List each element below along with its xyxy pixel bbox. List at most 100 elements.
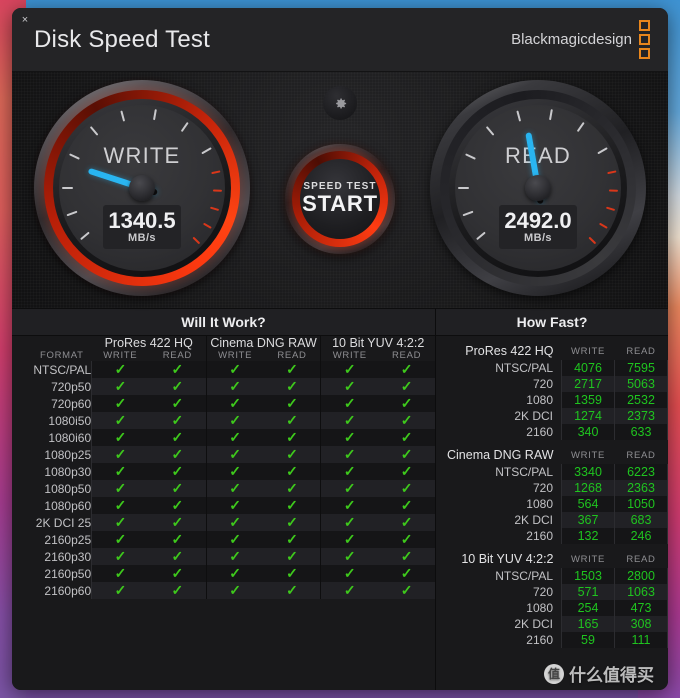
read-readout: 2492.0 MB/s xyxy=(499,204,577,249)
check-icon: ✓ xyxy=(343,463,356,479)
table-row: 2K DCI 25 ✓ ✓ ✓ ✓ ✓ ✓ xyxy=(12,514,435,531)
resolution-label: 2K DCI xyxy=(514,513,553,527)
support-cell: ✓ xyxy=(320,497,379,514)
check-icon: ✓ xyxy=(286,514,298,530)
check-icon: ✓ xyxy=(343,514,356,530)
read-speed-value: 308 xyxy=(614,616,668,632)
format-header: FORMAT xyxy=(40,350,84,361)
check-icon: ✓ xyxy=(286,412,298,428)
support-cell: ✓ xyxy=(205,582,264,599)
support-cell: ✓ xyxy=(148,548,207,565)
table-row: 1080p30 ✓ ✓ ✓ ✓ ✓ ✓ xyxy=(12,463,435,480)
check-icon: ✓ xyxy=(400,565,413,581)
read-speed-value: 5063 xyxy=(614,376,668,392)
support-cell: ✓ xyxy=(148,463,207,480)
check-icon: ✓ xyxy=(114,582,127,598)
support-cell: ✓ xyxy=(378,446,435,463)
read-speed-value: 633 xyxy=(614,424,668,440)
support-cell: ✓ xyxy=(205,463,264,480)
table-row: 2K DCI 367 683 xyxy=(436,512,668,528)
check-icon: ✓ xyxy=(171,514,184,530)
close-button[interactable]: × xyxy=(12,8,38,32)
read-speed-value: 246 xyxy=(614,528,668,544)
check-icon: ✓ xyxy=(114,497,127,513)
check-icon: ✓ xyxy=(343,531,356,547)
table-row: 720 2717 5063 xyxy=(436,376,668,392)
table-row: 1080 1359 2532 xyxy=(436,392,668,408)
support-cell: ✓ xyxy=(148,514,207,531)
check-icon: ✓ xyxy=(171,463,184,479)
format-label: NTSC/PAL xyxy=(12,361,93,378)
check-icon: ✓ xyxy=(400,395,413,411)
check-icon: ✓ xyxy=(114,531,127,547)
support-cell: ✓ xyxy=(205,429,264,446)
read-gauge-hub xyxy=(525,175,551,201)
check-icon: ✓ xyxy=(400,446,413,462)
check-icon: ✓ xyxy=(114,514,127,530)
check-icon: ✓ xyxy=(114,548,127,564)
check-icon: ✓ xyxy=(229,497,242,513)
check-icon: ✓ xyxy=(171,395,184,411)
format-label: 1080i60 xyxy=(12,429,93,446)
check-icon: ✓ xyxy=(400,548,413,564)
check-icon: ✓ xyxy=(229,514,242,530)
check-icon: ✓ xyxy=(343,565,356,581)
support-cell: ✓ xyxy=(91,463,149,480)
watermark-text: 什么值得买 xyxy=(569,666,654,685)
check-icon: ✓ xyxy=(286,480,298,496)
support-cell: ✓ xyxy=(378,480,435,497)
support-cell: ✓ xyxy=(263,514,321,531)
support-cell: ✓ xyxy=(205,395,264,412)
read-speed-value: 111 xyxy=(614,632,668,648)
subheader-write-2: WRITE xyxy=(320,350,379,361)
check-icon: ✓ xyxy=(171,446,184,462)
will-it-work-title: Will It Work? xyxy=(12,309,435,336)
speed-test-start-button[interactable]: SPEED TEST START xyxy=(285,144,395,254)
check-icon: ✓ xyxy=(229,429,242,445)
support-cell: ✓ xyxy=(263,480,321,497)
check-icon: ✓ xyxy=(343,429,356,445)
resolution-label: 720 xyxy=(532,377,553,391)
support-cell: ✓ xyxy=(91,395,149,412)
support-cell: ✓ xyxy=(320,548,379,565)
how-fast-title: How Fast? xyxy=(436,309,668,336)
check-icon: ✓ xyxy=(229,361,242,377)
support-cell: ✓ xyxy=(378,395,435,412)
blackmagic-logo-icon xyxy=(639,20,650,59)
check-icon: ✓ xyxy=(229,446,242,462)
table-row: 2160 132 246 xyxy=(436,528,668,544)
check-icon: ✓ xyxy=(400,514,413,530)
section-subheader: WRITE xyxy=(570,345,606,357)
support-cell: ✓ xyxy=(148,429,207,446)
read-gauge-face: READ 2492.0 MB/s xyxy=(455,105,621,271)
support-cell: ✓ xyxy=(320,446,379,463)
check-icon: ✓ xyxy=(171,548,184,564)
format-corner xyxy=(12,336,92,350)
support-cell: ✓ xyxy=(378,378,435,395)
check-icon: ✓ xyxy=(286,463,298,479)
read-speed-value: 1050 xyxy=(614,496,668,512)
section-subheader: READ xyxy=(626,449,656,461)
table-row: NTSC/PAL 4076 7595 xyxy=(436,360,668,376)
check-icon: ✓ xyxy=(229,582,242,598)
settings-button[interactable] xyxy=(323,86,357,120)
support-cell: ✓ xyxy=(148,531,207,548)
check-icon: ✓ xyxy=(229,378,242,394)
read-value: 2492.0 xyxy=(504,207,572,233)
support-cell: ✓ xyxy=(205,378,264,395)
write-gauge-face: WRITE 1340.5 MB/s xyxy=(59,105,225,271)
check-icon: ✓ xyxy=(400,463,413,479)
write-speed-value: 340 xyxy=(561,424,615,440)
table-row: 1080p60 ✓ ✓ ✓ ✓ ✓ ✓ xyxy=(12,497,435,514)
support-cell: ✓ xyxy=(91,497,149,514)
table-row: 720 571 1063 xyxy=(436,584,668,600)
format-label: 720p60 xyxy=(12,395,93,412)
support-cell: ✓ xyxy=(263,497,321,514)
support-cell: ✓ xyxy=(320,361,379,378)
check-icon: ✓ xyxy=(286,429,298,445)
resolution-label: 1080 xyxy=(526,393,553,407)
support-cell: ✓ xyxy=(148,395,207,412)
section-subheader: READ xyxy=(626,345,656,357)
check-icon: ✓ xyxy=(400,582,413,598)
how-fast-section-header: Cinema DNG RAW WRITE READ xyxy=(436,440,668,464)
